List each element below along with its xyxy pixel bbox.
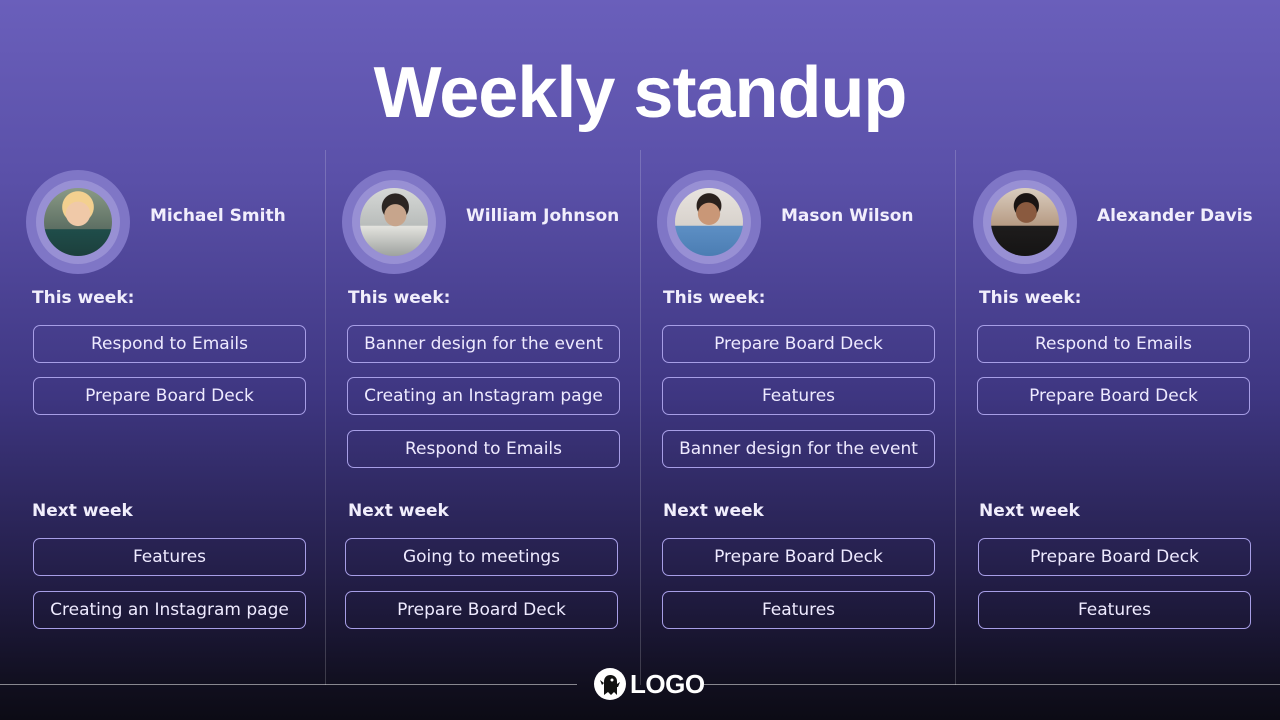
task-item[interactable]: Prepare Board Deck [33, 377, 306, 415]
task-item[interactable]: Prepare Board Deck [662, 538, 935, 576]
member-column: William Johnson This week: Banner design… [315, 150, 630, 685]
task-item[interactable]: Prepare Board Deck [978, 538, 1251, 576]
member-name: Michael Smith [150, 206, 286, 226]
avatar [26, 170, 130, 274]
this-week-label: This week: [663, 288, 766, 308]
avatar-photo [675, 188, 743, 256]
this-week-label: This week: [348, 288, 451, 308]
logo-text: LOGO [630, 668, 705, 699]
avatar [657, 170, 761, 274]
task-item[interactable]: Respond to Emails [33, 325, 306, 363]
task-item[interactable]: Going to meetings [345, 538, 618, 576]
member-name: Mason Wilson [781, 206, 914, 226]
next-week-label: Next week [348, 501, 449, 521]
member-column: Michael Smith This week: Respond to Emai… [0, 150, 315, 685]
next-week-label: Next week [32, 501, 133, 521]
next-week-label: Next week [663, 501, 764, 521]
member-name: Alexander Davis [1097, 206, 1253, 226]
task-item[interactable]: Features [662, 377, 935, 415]
footer-divider [704, 684, 1280, 685]
this-week-label: This week: [32, 288, 135, 308]
task-item[interactable]: Features [33, 538, 306, 576]
task-item[interactable]: Features [662, 591, 935, 629]
ghost-icon [594, 668, 626, 700]
page-title: Weekly standup [373, 53, 908, 133]
task-item[interactable]: Features [978, 591, 1251, 629]
member-column: Mason Wilson This week: Prepare Board De… [630, 150, 945, 685]
next-week-label: Next week [979, 501, 1080, 521]
avatar-photo [360, 188, 428, 256]
this-week-label: This week: [979, 288, 1082, 308]
footer-divider [0, 684, 577, 685]
task-item[interactable]: Prepare Board Deck [345, 591, 618, 629]
task-item[interactable]: Banner design for the event [347, 325, 620, 363]
logo: LOGO [594, 668, 705, 700]
task-item[interactable]: Prepare Board Deck [977, 377, 1250, 415]
task-item[interactable]: Respond to Emails [977, 325, 1250, 363]
task-item[interactable]: Prepare Board Deck [662, 325, 935, 363]
task-item[interactable]: Creating an Instagram page [33, 591, 306, 629]
member-column: Alexander Davis This week: Respond to Em… [945, 150, 1260, 685]
task-item[interactable]: Respond to Emails [347, 430, 620, 468]
task-item[interactable]: Creating an Instagram page [347, 377, 620, 415]
member-name: William Johnson [466, 206, 620, 226]
avatar-photo [44, 188, 112, 256]
task-item[interactable]: Banner design for the event [662, 430, 935, 468]
avatar [973, 170, 1077, 274]
avatar-photo [991, 188, 1059, 256]
avatar [342, 170, 446, 274]
